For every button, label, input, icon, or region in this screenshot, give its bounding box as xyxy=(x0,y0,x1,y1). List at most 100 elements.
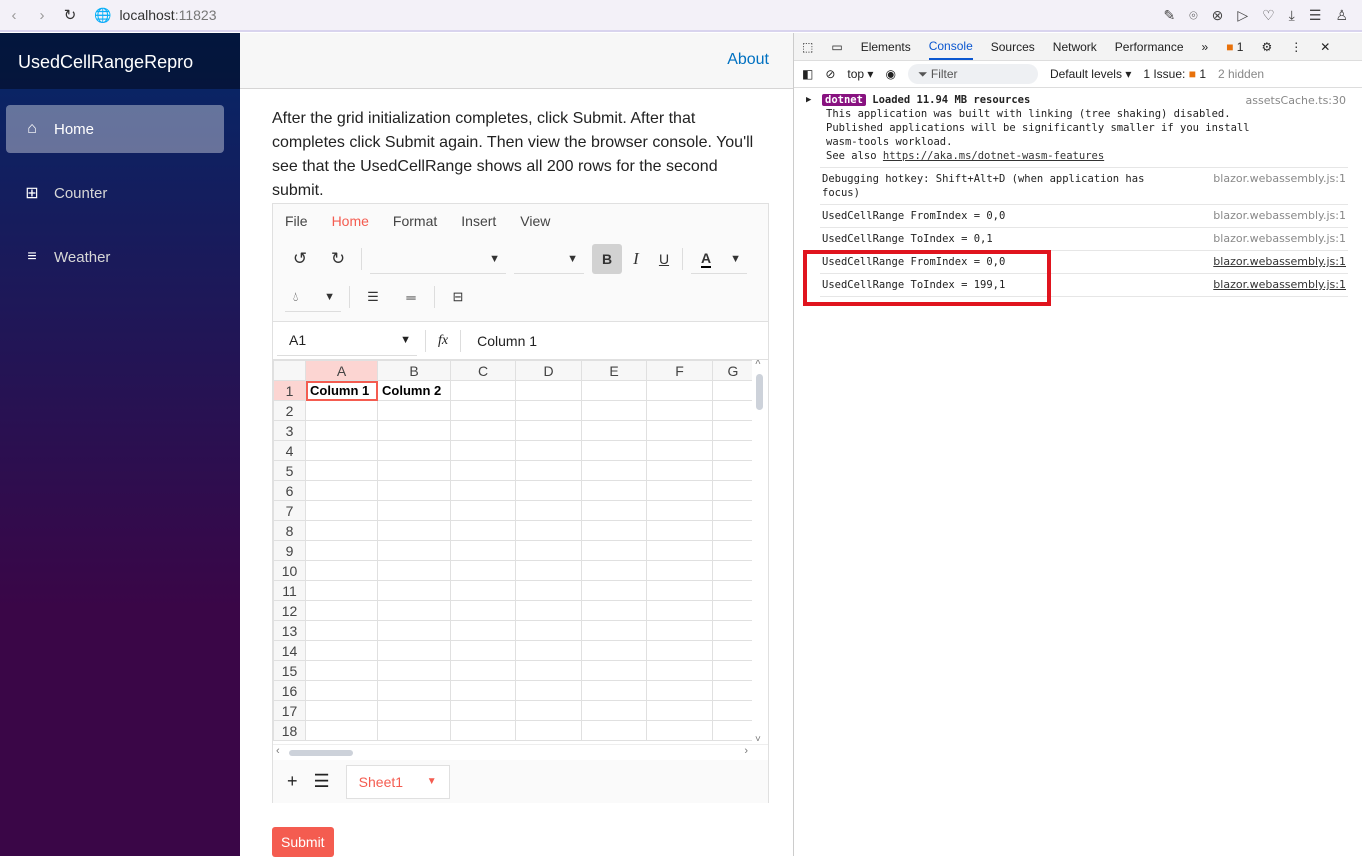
cell-F18[interactable] xyxy=(646,720,713,741)
cell-D6[interactable] xyxy=(515,480,582,501)
cell-G2[interactable] xyxy=(712,400,754,421)
log-source[interactable]: blazor.webassembly.js:1 xyxy=(1213,172,1346,186)
select-all-corner[interactable] xyxy=(273,360,306,381)
cell-G1[interactable] xyxy=(712,380,754,401)
cell-C13[interactable] xyxy=(450,620,516,641)
cell-B14[interactable] xyxy=(377,640,451,661)
tab-sources[interactable]: Sources xyxy=(991,40,1035,54)
cell-C18[interactable] xyxy=(450,720,516,741)
row-header[interactable]: 16 xyxy=(273,680,306,701)
fill-color-picker[interactable]: 💧︎ ▼ xyxy=(285,282,341,312)
cell-F2[interactable] xyxy=(646,400,713,421)
sheet-grid[interactable]: ABCDEFG 1 Column 1 Column 2 2 3 4 5 6 7 8 9 10 11 12 1… xyxy=(273,359,768,744)
tab-view[interactable]: View xyxy=(520,213,550,229)
cell-C2[interactable] xyxy=(450,400,516,421)
log-source[interactable]: blazor.webassembly.js:1 xyxy=(1213,278,1346,292)
close-icon[interactable]: ✕ xyxy=(1320,40,1330,54)
cell-D13[interactable] xyxy=(515,620,582,641)
cell-B9[interactable] xyxy=(377,540,451,561)
formula-input[interactable]: Column 1 xyxy=(465,333,537,349)
underline-button[interactable]: U xyxy=(650,251,678,267)
cell-E1[interactable] xyxy=(581,380,647,401)
more-tabs-icon[interactable]: » xyxy=(1202,40,1209,54)
cell-F12[interactable] xyxy=(646,600,713,621)
cell-B3[interactable] xyxy=(377,420,451,441)
play-icon[interactable]: ▷ xyxy=(1237,7,1248,24)
about-link[interactable]: About xyxy=(727,51,769,68)
cell-A3[interactable] xyxy=(305,420,378,441)
download-icon[interactable]: ⤓ xyxy=(1289,7,1295,24)
cell-B5[interactable] xyxy=(377,460,451,481)
cell-D16[interactable] xyxy=(515,680,582,701)
cell-D18[interactable] xyxy=(515,720,582,741)
row-header[interactable]: 12 xyxy=(273,600,306,621)
scroll-up-icon[interactable]: ˄ xyxy=(755,360,761,368)
docs-link[interactable]: https://aka.ms/dotnet-wasm-features xyxy=(883,150,1104,162)
cell-F11[interactable] xyxy=(646,580,713,601)
cell-A8[interactable] xyxy=(305,520,378,541)
cell-G3[interactable] xyxy=(712,420,754,441)
cell-F1[interactable] xyxy=(646,380,713,401)
submit-button[interactable]: Submit xyxy=(272,827,334,857)
filter-input[interactable]: ⏷ Filter xyxy=(907,64,1038,84)
cell-C4[interactable] xyxy=(450,440,516,461)
tab-insert[interactable]: Insert xyxy=(461,213,496,229)
cell-A14[interactable] xyxy=(305,640,378,661)
column-header[interactable]: C xyxy=(450,360,516,381)
tab-home[interactable]: Home xyxy=(332,213,369,229)
cell-G9[interactable] xyxy=(712,540,754,561)
issues-badge[interactable]: ■ 1 xyxy=(1226,40,1243,54)
row-header[interactable]: 17 xyxy=(273,700,306,721)
cell-E15[interactable] xyxy=(581,660,647,681)
cell-C6[interactable] xyxy=(450,480,516,501)
sidebar-item-counter[interactable]: ⊞ Counter xyxy=(6,169,224,217)
column-header[interactable]: B xyxy=(377,360,451,381)
cell-C12[interactable] xyxy=(450,600,516,621)
log-source[interactable]: blazor.webassembly.js:1 xyxy=(1213,232,1346,246)
cell-F4[interactable] xyxy=(646,440,713,461)
address-bar[interactable]: 🌐 localhost:11823 xyxy=(94,7,216,24)
sidebar-item-home[interactable]: ⌂ Home xyxy=(6,105,224,153)
tab-file[interactable]: File xyxy=(285,213,308,229)
cell-A13[interactable] xyxy=(305,620,378,641)
cell-G6[interactable] xyxy=(712,480,754,501)
cell-A2[interactable] xyxy=(305,400,378,421)
gear-icon[interactable]: ⚙ xyxy=(1261,40,1272,54)
cell-G11[interactable] xyxy=(712,580,754,601)
cell-E5[interactable] xyxy=(581,460,647,481)
wrap-text-icon[interactable]: ⊟ xyxy=(439,289,477,305)
sidebar-item-weather[interactable]: ≡ Weather xyxy=(6,233,224,281)
row-header[interactable]: 4 xyxy=(273,440,306,461)
name-box[interactable]: A1 ▼ xyxy=(277,326,417,356)
cell-F8[interactable] xyxy=(646,520,713,541)
cell-E12[interactable] xyxy=(581,600,647,621)
row-header[interactable]: 6 xyxy=(273,480,306,501)
cell-B4[interactable] xyxy=(377,440,451,461)
cell-A10[interactable] xyxy=(305,560,378,581)
cell-F17[interactable] xyxy=(646,700,713,721)
cell-A5[interactable] xyxy=(305,460,378,481)
cell-G10[interactable] xyxy=(712,560,754,581)
cell-D14[interactable] xyxy=(515,640,582,661)
cell-B18[interactable] xyxy=(377,720,451,741)
cell-E18[interactable] xyxy=(581,720,647,741)
cell-F9[interactable] xyxy=(646,540,713,561)
cell-D5[interactable] xyxy=(515,460,582,481)
align-middle-icon[interactable]: ═ xyxy=(392,290,430,305)
cell-B6[interactable] xyxy=(377,480,451,501)
cell-G13[interactable] xyxy=(712,620,754,641)
cell-A9[interactable] xyxy=(305,540,378,561)
menu-icon[interactable]: ☰ xyxy=(1309,7,1322,24)
forward-icon[interactable]: › xyxy=(28,7,56,24)
cell-B15[interactable] xyxy=(377,660,451,681)
cell-B10[interactable] xyxy=(377,560,451,581)
cell-B2[interactable] xyxy=(377,400,451,421)
cell-B16[interactable] xyxy=(377,680,451,701)
row-header[interactable]: 13 xyxy=(273,620,306,641)
row-header[interactable]: 3 xyxy=(273,420,306,441)
cell-D11[interactable] xyxy=(515,580,582,601)
cell-C9[interactable] xyxy=(450,540,516,561)
cell-A1[interactable]: Column 1 xyxy=(305,380,378,401)
cell-C5[interactable] xyxy=(450,460,516,481)
cell-C15[interactable] xyxy=(450,660,516,681)
